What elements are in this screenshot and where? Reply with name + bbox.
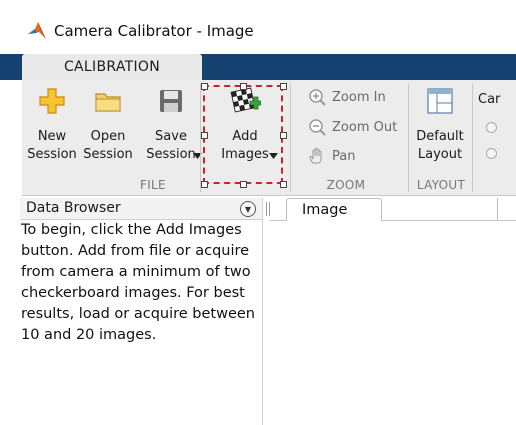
- save-session-label-2: Session: [146, 147, 196, 162]
- zoom-out-label: Zoom Out: [332, 119, 398, 135]
- new-session-label-2: Session: [27, 147, 77, 162]
- highlight-handle: [201, 83, 208, 90]
- open-session-label-1: Open: [90, 129, 126, 144]
- layout-icon: [427, 88, 453, 114]
- panel-menu-icon[interactable]: ▼: [240, 201, 256, 217]
- open-session-label-2: Session: [83, 147, 133, 162]
- hand-icon: [309, 147, 322, 164]
- radio-option[interactable]: [486, 148, 497, 159]
- splitter-grip-icon[interactable]: [266, 200, 270, 218]
- tab-calibration[interactable]: CALIBRATION: [22, 54, 202, 80]
- help-line: checkerboard images. For best: [21, 285, 245, 301]
- save-icon: [160, 90, 182, 112]
- highlight-handle: [280, 83, 287, 90]
- highlight-handle: [280, 181, 287, 188]
- radio-option[interactable]: [486, 122, 497, 133]
- highlight-handle: [240, 83, 247, 90]
- new-session-button[interactable]: New Session: [26, 86, 78, 164]
- default-layout-label-2: Layout: [417, 147, 463, 162]
- pan-button[interactable]: Pan: [308, 147, 355, 165]
- panel-edge: [497, 198, 498, 220]
- zoom-in-button[interactable]: Zoom In: [308, 88, 386, 106]
- pan-label: Pan: [332, 148, 356, 164]
- save-session-label-1: Save: [155, 129, 187, 144]
- highlight-handle: [201, 181, 208, 188]
- group-label-zoom: ZOOM: [326, 178, 366, 192]
- data-browser-help-text: To begin, click the Add Images button. A…: [21, 220, 261, 346]
- window-title: Camera Calibrator - Image: [54, 22, 254, 40]
- default-layout-button[interactable]: Default Layout: [412, 86, 468, 164]
- ribbon-separator: [408, 84, 409, 192]
- help-line: To begin, click the Add Images: [21, 222, 242, 238]
- highlight-box: [203, 85, 283, 184]
- ribbon-separator: [290, 84, 291, 192]
- help-line: from camera a minimum of two: [21, 264, 251, 280]
- default-layout-label-1: Default: [416, 129, 464, 144]
- group-label-file: FILE: [140, 178, 166, 192]
- highlight-handle: [240, 181, 247, 188]
- cropped-group-label: Car: [478, 92, 501, 107]
- highlight-handle: [201, 132, 208, 139]
- open-session-button[interactable]: Open Session: [82, 86, 134, 164]
- zoom-in-label: Zoom In: [332, 89, 386, 105]
- folder-icon: [95, 93, 121, 112]
- matlab-logo-icon: [28, 22, 46, 39]
- highlight-handle: [280, 132, 287, 139]
- tab-image[interactable]: Image: [286, 198, 382, 220]
- help-line: results, load or acquire between: [21, 306, 255, 322]
- new-session-label-1: New: [37, 129, 67, 144]
- help-line: button. Add from file or acquire: [21, 243, 250, 259]
- tab-baseline-gap: [287, 220, 381, 221]
- zoom-out-button[interactable]: Zoom Out: [308, 118, 397, 136]
- data-browser-title: Data Browser: [26, 200, 121, 216]
- zoom-out-icon: [309, 119, 326, 136]
- zoom-in-icon: [309, 89, 326, 106]
- new-session-icon: [39, 88, 65, 114]
- group-label-layout: LAYOUT: [416, 178, 466, 192]
- help-line: 10 and 20 images.: [21, 327, 157, 343]
- ribbon-separator: [472, 84, 473, 192]
